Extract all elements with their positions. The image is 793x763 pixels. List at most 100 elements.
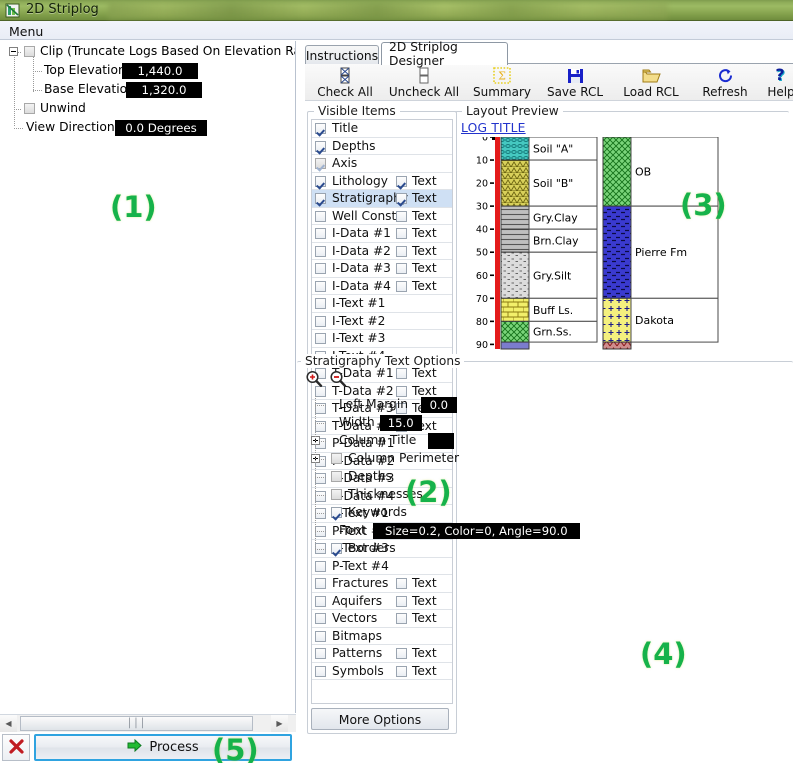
tree-row-top-elevation[interactable]: Top Elevation 1,440.0 [0, 62, 295, 81]
strat-option-row[interactable]: Keywords [301, 504, 789, 522]
top-elevation-value[interactable]: 1,440.0 [122, 63, 198, 79]
top-elevation-label: Top Elevation [44, 63, 126, 77]
scroll-thumb-grip-icon: │││ [126, 718, 147, 729]
visible-item-text-checkbox[interactable] [396, 175, 407, 187]
strat-option-value[interactable]: Size=0.2, Color=0, Angle=90.0 [372, 523, 580, 539]
visible-item-text-label: Text [412, 226, 437, 240]
strat-option-row[interactable]: Width 15.0 [301, 414, 789, 432]
zoom-in-icon[interactable] [305, 370, 323, 391]
strat-option-label: Keywords [348, 505, 407, 519]
visible-item-row[interactable]: Title [312, 120, 452, 138]
visible-item-checkbox[interactable] [315, 193, 326, 204]
toolbar-load-rcl-label: Load RCL [623, 85, 679, 99]
strat-option-checkbox[interactable] [331, 543, 342, 554]
visible-item-text-checkbox[interactable] [396, 280, 407, 292]
strat-option-row[interactable]: Font Size=0.2, Color=0, Angle=90.0 [301, 522, 789, 540]
svg-text:Gry.Silt: Gry.Silt [533, 269, 571, 282]
toolbar-summary-label: Summary [473, 85, 531, 99]
strat-option-value[interactable]: 0.0 [420, 397, 457, 413]
visible-item-label: I-Data #1 [332, 226, 391, 240]
visible-item-checkbox[interactable] [315, 280, 326, 292]
tree-row-view-direction[interactable]: View Direction 0.0 Degrees [0, 119, 295, 138]
visible-item-checkbox[interactable] [315, 140, 326, 152]
visible-item-text-label: Text [412, 278, 437, 293]
strat-option-row[interactable]: Column Perimeter [301, 450, 789, 468]
visible-item-checkbox[interactable] [315, 158, 326, 169]
strat-option-checkbox[interactable] [331, 471, 342, 482]
strat-option-row[interactable]: Borders [301, 540, 789, 558]
tree-connector [315, 495, 327, 496]
visible-item-checkbox[interactable] [315, 263, 326, 274]
toolbar-summary[interactable]: Σ Summary [467, 64, 537, 100]
scroll-right-arrow-icon[interactable]: ▶ [271, 715, 288, 732]
visible-item-label: Depths [332, 138, 376, 153]
strat-option-checkbox[interactable] [331, 453, 342, 464]
tree-connector [315, 477, 327, 478]
visible-item-row[interactable]: Well Const. Text [312, 207, 452, 225]
tree-row-unwind[interactable]: Unwind [0, 100, 295, 119]
visible-item-checkbox[interactable] [315, 245, 326, 257]
view-direction-value[interactable]: 0.0 Degrees [115, 120, 207, 136]
visible-item-text-checkbox[interactable] [396, 245, 407, 257]
unwind-checkbox[interactable] [24, 103, 35, 114]
visible-item-checkbox[interactable] [315, 315, 326, 327]
visible-item-row[interactable]: I-Data #4 Text [312, 277, 452, 295]
visible-item-row[interactable]: I-Text #2 [312, 312, 452, 330]
toolbar-save-rcl[interactable]: Save RCL [537, 64, 613, 100]
tab-2d-striplog-designer[interactable]: 2D Striplog Designer [381, 40, 508, 68]
strat-option-value[interactable] [427, 433, 454, 449]
strat-option-row[interactable]: Depths [301, 468, 789, 486]
clip-checkbox[interactable] [24, 46, 35, 57]
menu-item-menu[interactable]: Menu [6, 23, 46, 40]
strat-option-value[interactable]: 15.0 [379, 415, 422, 431]
tree-connector [315, 405, 327, 406]
visible-item-row[interactable]: I-Data #1 Text [312, 225, 452, 243]
strat-option-label: Column Title [339, 433, 417, 447]
visible-item-checkbox[interactable] [315, 228, 326, 239]
visible-item-row[interactable]: Lithology Text [312, 172, 452, 190]
visible-item-checkbox[interactable] [315, 298, 326, 309]
svg-text:Brn.Clay: Brn.Clay [533, 235, 579, 248]
visible-item-checkbox[interactable] [315, 123, 326, 134]
toolbar-check-all[interactable]: Check All [309, 64, 381, 100]
scroll-left-arrow-icon[interactable]: ◀ [0, 715, 17, 732]
toolbar-load-rcl[interactable]: Load RCL [613, 64, 689, 100]
visible-item-row[interactable]: I-Data #3 Text [312, 260, 452, 278]
strat-option-row[interactable]: Left Margin 0.0 [301, 396, 789, 414]
strat-option-row[interactable]: Column Title [301, 432, 789, 450]
svg-text:Soil "B": Soil "B" [533, 177, 573, 190]
left-panel-hscrollbar[interactable]: ◀ │││ ▶ [0, 714, 296, 732]
tree-connector [315, 531, 327, 532]
visible-item-text-checkbox[interactable] [396, 210, 407, 222]
expander-minus-icon[interactable] [9, 47, 18, 56]
visible-item-row[interactable]: I-Text #1 [312, 295, 452, 313]
strat-option-checkbox[interactable] [331, 489, 342, 500]
tree-row-clip[interactable]: Clip (Truncate Logs Based On Elevation R… [0, 43, 295, 62]
tab-instructions[interactable]: Instructions [305, 45, 379, 65]
visible-item-row[interactable]: I-Text #3 [312, 330, 452, 348]
visible-item-row[interactable]: Axis [312, 155, 452, 173]
tree-row-base-elevation[interactable]: Base Elevation 1,320.0 [0, 81, 295, 100]
strat-options-zoom-bar [303, 370, 503, 392]
designer-toolbar: Check All Uncheck All Σ Summary Save RCL… [305, 64, 793, 101]
scroll-thumb[interactable]: │││ [20, 716, 253, 731]
toolbar-refresh[interactable]: Refresh [689, 64, 761, 100]
toolbar-help[interactable]: ? ? Help [761, 64, 793, 100]
visible-item-row[interactable]: Stratigraphy Text [312, 190, 452, 208]
visible-item-text-checkbox[interactable] [396, 228, 407, 239]
toolbar-uncheck-all[interactable]: Uncheck All [381, 64, 467, 100]
strat-option-checkbox[interactable] [331, 507, 342, 518]
visible-item-row[interactable]: I-Data #2 Text [312, 242, 452, 260]
base-elevation-value[interactable]: 1,320.0 [126, 82, 202, 98]
svg-text:OB: OB [635, 166, 651, 179]
visible-item-text-checkbox[interactable] [396, 263, 407, 274]
strat-option-row[interactable]: Thicknesses [301, 486, 789, 504]
visible-item-checkbox[interactable] [315, 210, 326, 222]
visible-item-checkbox[interactable] [315, 175, 326, 187]
cancel-button[interactable] [2, 734, 30, 761]
zoom-out-icon[interactable] [329, 370, 347, 391]
visible-item-row[interactable]: Depths [312, 137, 452, 155]
visible-item-checkbox[interactable] [315, 333, 326, 344]
visible-item-text-checkbox[interactable] [396, 193, 407, 204]
layout-preview-canvas[interactable]: LOG TITLE 0 10 20 30 40 50 60 70 80 90 Soil "A" Soi… [459, 119, 785, 351]
